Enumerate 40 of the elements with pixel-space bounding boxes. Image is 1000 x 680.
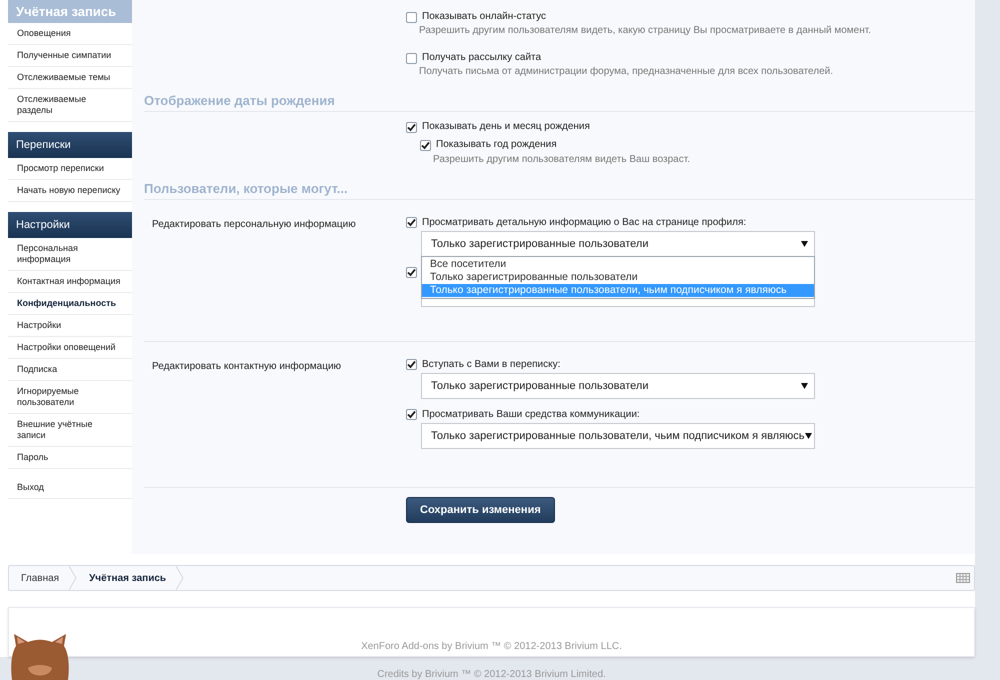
- breadcrumb[interactable]: Главная: [9, 566, 78, 590]
- checkbox[interactable]: [406, 52, 417, 64]
- checkbox[interactable]: [406, 409, 417, 420]
- sidebar-heading: Настройки: [8, 212, 132, 238]
- save-button[interactable]: Сохранить изменения: [406, 497, 555, 524]
- checkbox[interactable]: [406, 122, 417, 132]
- checkbox[interactable]: [420, 140, 431, 150]
- sidebar-heading: Переписки: [8, 132, 132, 158]
- option-label: Показывать год рождения: [436, 139, 557, 151]
- select-field[interactable]: Только зарегистрированные пользователи: [421, 373, 815, 399]
- footer-credits: Credits by Brivium ™ © 2012-2013 Brivium Limited.: [377, 668, 606, 680]
- option-label: Просматривать Ваши средства коммуникации:: [422, 408, 640, 422]
- checkbox[interactable]: [406, 12, 417, 22]
- option-hint: Разрешить другим пользователям видеть, какую страницу Вы просматриваете в данный момент.: [418, 25, 872, 37]
- option-label: Просматривать детальную информацию о Вас на странице профиля:: [422, 216, 746, 230]
- checkbox[interactable]: [406, 217, 417, 228]
- caret-icon: [804, 433, 812, 439]
- row-label: Редактировать контактную информацию: [152, 360, 342, 374]
- option-label: Показывать онлайн-статус: [422, 11, 546, 23]
- section-heading: Пользователи, которые могут...: [144, 181, 349, 198]
- select-field[interactable]: Только зарегистрированные пользователи: [421, 231, 815, 257]
- checkbox[interactable]: [406, 267, 417, 278]
- grid-icon[interactable]: [956, 573, 970, 584]
- row-label: Редактировать персональную информацию: [152, 218, 357, 232]
- section-heading: Отображение даты рождения: [144, 93, 336, 110]
- cat-drawing: [8, 634, 72, 680]
- dropdown-option[interactable]: Все посетители: [422, 258, 814, 271]
- option-label: Вступать с Вами в переписку:: [422, 358, 560, 372]
- option-label: Получать рассылку сайта: [422, 52, 542, 64]
- caret-icon: [801, 241, 808, 247]
- breadcrumb[interactable]: Учётная запись: [77, 566, 184, 590]
- caret-icon: [801, 383, 808, 389]
- footer-copyright: XenForo Add-ons by Brivium ™ © 2012-2013 Brivium LLC.: [361, 640, 622, 654]
- checkbox[interactable]: [406, 359, 417, 370]
- option-hint: Разрешить другим пользователям видеть Ваш возраст.: [432, 154, 691, 166]
- option-label: Показывать день и месяц рождения: [422, 121, 590, 133]
- option-hint: Получать письма от администрации форума, предназначенные для всех пользователей.: [418, 66, 834, 78]
- select-field[interactable]: Только зарегистрированные пользователи, чьим подписчиком я являюсь: [421, 423, 815, 449]
- sidebar-heading: Учётная запись: [8, 0, 132, 23]
- dropdown-option[interactable]: Только зарегистрированные пользователи: [422, 271, 814, 284]
